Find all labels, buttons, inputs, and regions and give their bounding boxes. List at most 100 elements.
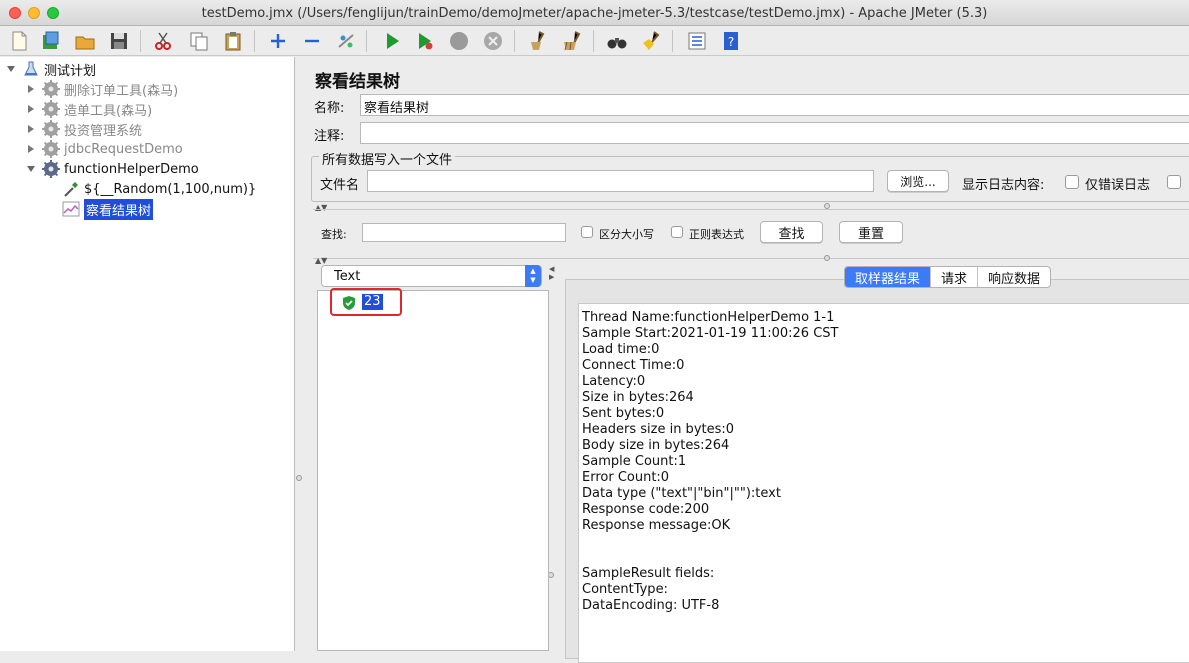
paste-icon[interactable] — [220, 28, 246, 54]
tree-node-thread-group[interactable]: functionHelperDemo — [26, 159, 199, 179]
gear-icon — [42, 100, 60, 118]
renderer-select[interactable]: Text ▲ ▼ — [321, 265, 542, 287]
tree-node-view-results-tree[interactable]: 察看结果树 — [62, 198, 154, 220]
expand-icon[interactable] — [265, 28, 291, 54]
toggle-icon[interactable] — [333, 28, 359, 54]
select-stepper-icon[interactable]: ▲ ▼ — [525, 265, 541, 287]
sampler-result-line: Connect Time:0 — [582, 358, 685, 373]
sampler-result-line: Sent bytes:0 — [582, 406, 665, 421]
find-button[interactable]: 查找 — [760, 221, 823, 243]
success-shield-icon — [341, 295, 357, 315]
tab-request[interactable]: 请求 — [931, 267, 979, 287]
list-item[interactable]: 23 — [330, 288, 402, 316]
templates-icon[interactable] — [38, 28, 64, 54]
test-plan-tree: 测试计划 删除订单工具(森马) 造单工具(森马) 投资管理系统 jdbcRequ… — [0, 57, 295, 651]
collapse-icon[interactable] — [299, 28, 325, 54]
toolbar: ? — [0, 26, 1189, 56]
reset-search-icon[interactable] — [638, 28, 664, 54]
case-sensitive-label: 区分大小写 — [599, 228, 654, 241]
collapsed-arrow-icon[interactable] — [26, 124, 36, 134]
tree-label: 投资管理系统 — [64, 123, 143, 139]
sampler-result-line: Headers size in bytes:0 — [582, 422, 735, 437]
sampler-result-line: Sample Start:2021-01-19 11:00:26 CST — [582, 326, 839, 341]
collapsed-arrow-icon[interactable] — [26, 144, 36, 154]
save-icon[interactable] — [106, 28, 132, 54]
regex-checkbox[interactable] — [671, 226, 683, 238]
tree-node-thread-group[interactable]: jdbcRequestDemo — [26, 139, 183, 159]
errors-only-checkbox[interactable] — [1065, 175, 1079, 189]
view-results-tree-panel: 察看结果树 名称: 察看结果树 注释: 所有数据写入一个文件 文件名 浏览...… — [303, 57, 1189, 663]
test-plan-icon — [22, 60, 40, 78]
clear-icon[interactable] — [525, 28, 551, 54]
name-label: 名称: — [314, 101, 345, 116]
name-field[interactable]: 察看结果树 — [360, 94, 1189, 116]
splitter-arrows-icon[interactable]: ◀ ▶ — [549, 265, 554, 285]
page-title: 察看结果树 — [315, 72, 400, 92]
tree-label: jdbcRequestDemo — [64, 141, 183, 157]
comment-field[interactable] — [360, 122, 1189, 144]
tree-node-thread-group[interactable]: 造单工具(森马) — [26, 99, 152, 119]
successes-only-checkbox[interactable] — [1167, 175, 1181, 189]
tree-node-thread-group[interactable]: 投资管理系统 — [26, 119, 142, 139]
write-results-group-title: 所有数据写入一个文件 — [319, 149, 456, 168]
start-icon[interactable] — [379, 28, 405, 54]
open-icon[interactable] — [72, 28, 98, 54]
log-content-label: 显示日志内容: — [962, 178, 1045, 193]
sampler-result-line: Thread Name:functionHelperDemo 1-1 — [582, 310, 835, 325]
tree-label: 造单工具(森马) — [64, 103, 153, 119]
shutdown-icon[interactable] — [480, 28, 506, 54]
expanded-arrow-icon[interactable] — [26, 164, 36, 174]
sampler-result-text: Thread Name:functionHelperDemo 1-1 Sample… — [578, 303, 1189, 663]
browse-button[interactable]: 浏览... — [887, 170, 949, 192]
sampler-result-line: Body size in bytes:264 — [582, 438, 730, 453]
tree-label: ${__Random(1,100,num)} — [84, 181, 257, 197]
title-bar: testDemo.jmx (/Users/fenglijun/trainDemo… — [0, 0, 1189, 26]
comment-label: 注释: — [314, 129, 345, 144]
sampler-result-line: ContentType: — [582, 582, 668, 597]
sampler-result-line: Response message:OK — [582, 518, 731, 533]
clear-all-icon[interactable] — [559, 28, 585, 54]
splitter-handle[interactable] — [824, 255, 830, 261]
tree-label: functionHelperDemo — [64, 161, 199, 177]
collapsed-arrow-icon[interactable] — [26, 84, 36, 94]
sampler-result-line: Sample Count:1 — [582, 454, 687, 469]
filename-field[interactable] — [367, 170, 874, 192]
reset-button[interactable]: 重置 — [839, 221, 903, 243]
vertical-splitter[interactable] — [295, 57, 303, 651]
result-tabs: 取样器结果 请求 响应数据 — [844, 266, 1052, 288]
tree-node-preprocessor[interactable]: ${__Random(1,100,num)} — [62, 179, 256, 199]
gear-icon — [42, 120, 60, 138]
help-icon[interactable]: ? — [718, 28, 744, 54]
collapsed-arrow-icon[interactable] — [26, 104, 36, 114]
sampler-result-line — [582, 550, 1189, 566]
window-title: testDemo.jmx (/Users/fenglijun/trainDemo… — [201, 6, 988, 21]
expanded-arrow-icon[interactable] — [6, 64, 16, 74]
svg-text:?: ? — [728, 35, 734, 49]
cut-icon[interactable] — [150, 28, 176, 54]
gear-icon — [42, 80, 60, 98]
tree-node-test-plan[interactable]: 测试计划 — [6, 59, 96, 79]
case-sensitive-checkbox[interactable] — [581, 226, 593, 238]
new-icon[interactable] — [6, 28, 32, 54]
search-binoculars-icon[interactable] — [604, 28, 630, 54]
sampler-result-line: Latency:0 — [582, 374, 646, 389]
tree-label: 删除订单工具(森马) — [64, 83, 179, 99]
splitter-arrows-icon[interactable]: ▲▼ — [315, 255, 327, 265]
stop-icon[interactable] — [446, 28, 472, 54]
sampler-result-line: Response code:200 — [582, 502, 710, 517]
results-list: 23 — [317, 288, 549, 651]
sampler-result-line: SampleResult fields: — [582, 566, 715, 581]
tree-label: 测试计划 — [44, 63, 97, 79]
sampler-result-line: DataEncoding: UTF-8 — [582, 598, 720, 613]
filename-label: 文件名 — [320, 178, 360, 193]
sampler-result-line: Data type ("text"|"bin"|""):text — [582, 486, 781, 501]
tab-sampler-result[interactable]: 取样器结果 — [845, 267, 932, 287]
function-helper-icon[interactable] — [684, 28, 710, 54]
search-input[interactable] — [362, 223, 566, 242]
copy-icon[interactable] — [186, 28, 212, 54]
splitter-handle[interactable] — [296, 475, 302, 481]
tree-node-thread-group[interactable]: 删除订单工具(森马) — [26, 79, 178, 99]
tab-response-data[interactable]: 响应数据 — [978, 267, 1050, 287]
renderer-select-value: Text — [334, 268, 361, 284]
start-no-pauses-icon[interactable] — [412, 28, 438, 54]
